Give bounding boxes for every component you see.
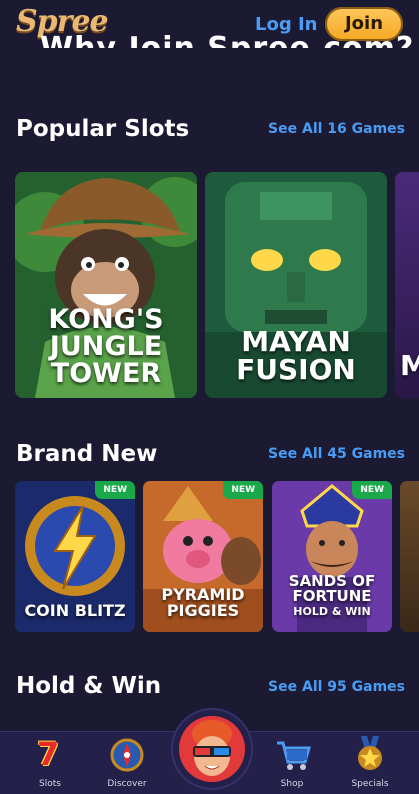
nav-item-specials[interactable]: Specials bbox=[335, 732, 405, 794]
nav-item-shop[interactable]: Shop bbox=[257, 732, 327, 794]
nav-label: Specials bbox=[351, 779, 389, 789]
game-title: SANDS OF FORTUNE HOLD & WIN bbox=[288, 572, 376, 618]
nav-item-slots[interactable]: 7 Slots bbox=[15, 732, 85, 794]
game-title: KONG'S JUNGLE TOWER bbox=[48, 304, 164, 389]
game-card-kongs-jungle-tower[interactable]: KONG'S JUNGLE TOWER bbox=[15, 172, 197, 398]
nav-label: Slots bbox=[39, 779, 61, 789]
section-title-popular-slots: Popular Slots bbox=[16, 116, 190, 142]
nav-label: Discover bbox=[107, 779, 147, 789]
shopping-cart-icon bbox=[277, 741, 311, 770]
new-badge: NEW bbox=[223, 481, 263, 499]
promo-heading-peek: Why Join Spree.com? bbox=[40, 34, 414, 48]
star-medal-icon bbox=[358, 736, 382, 770]
new-badge: NEW bbox=[352, 481, 392, 499]
lucky-seven-icon: 7 bbox=[37, 735, 60, 773]
avatar-3d-glasses bbox=[179, 716, 245, 782]
game-title: COIN BLITZ bbox=[24, 601, 126, 620]
see-all-popular-slots-link[interactable]: See All 16 Games bbox=[268, 121, 405, 137]
game-card-mayan-fusion[interactable]: MAYAN FUSION bbox=[205, 172, 387, 398]
section-title-brand-new: Brand New bbox=[16, 441, 158, 467]
see-all-hold-and-win-link[interactable]: See All 95 Games bbox=[268, 679, 405, 695]
game-card-sands-of-fortune[interactable]: NEW SANDS OF FORTUNE HOLD & WIN bbox=[272, 481, 392, 632]
section-title-hold-and-win: Hold & Win bbox=[16, 673, 162, 699]
game-card-partial[interactable] bbox=[400, 481, 419, 632]
game-title: MAYAN FUSION bbox=[236, 325, 356, 386]
compass-icon bbox=[110, 738, 144, 772]
nav-item-discover[interactable]: Discover bbox=[92, 732, 162, 794]
game-card-coin-blitz[interactable]: NEW COIN BLITZ bbox=[15, 481, 135, 632]
nav-label: Shop bbox=[280, 779, 304, 789]
game-card-pyramid-piggies[interactable]: NEW PYRAMID PIGGIES bbox=[143, 481, 263, 632]
see-all-brand-new-link[interactable]: See All 45 Games bbox=[268, 446, 405, 462]
game-card-partial[interactable]: M bbox=[395, 172, 419, 398]
new-badge: NEW bbox=[95, 481, 135, 499]
login-link[interactable]: Log In bbox=[255, 14, 318, 35]
profile-avatar-button[interactable] bbox=[171, 708, 253, 790]
game-title: PYRAMID PIGGIES bbox=[161, 585, 245, 620]
game-title: M bbox=[400, 349, 419, 382]
